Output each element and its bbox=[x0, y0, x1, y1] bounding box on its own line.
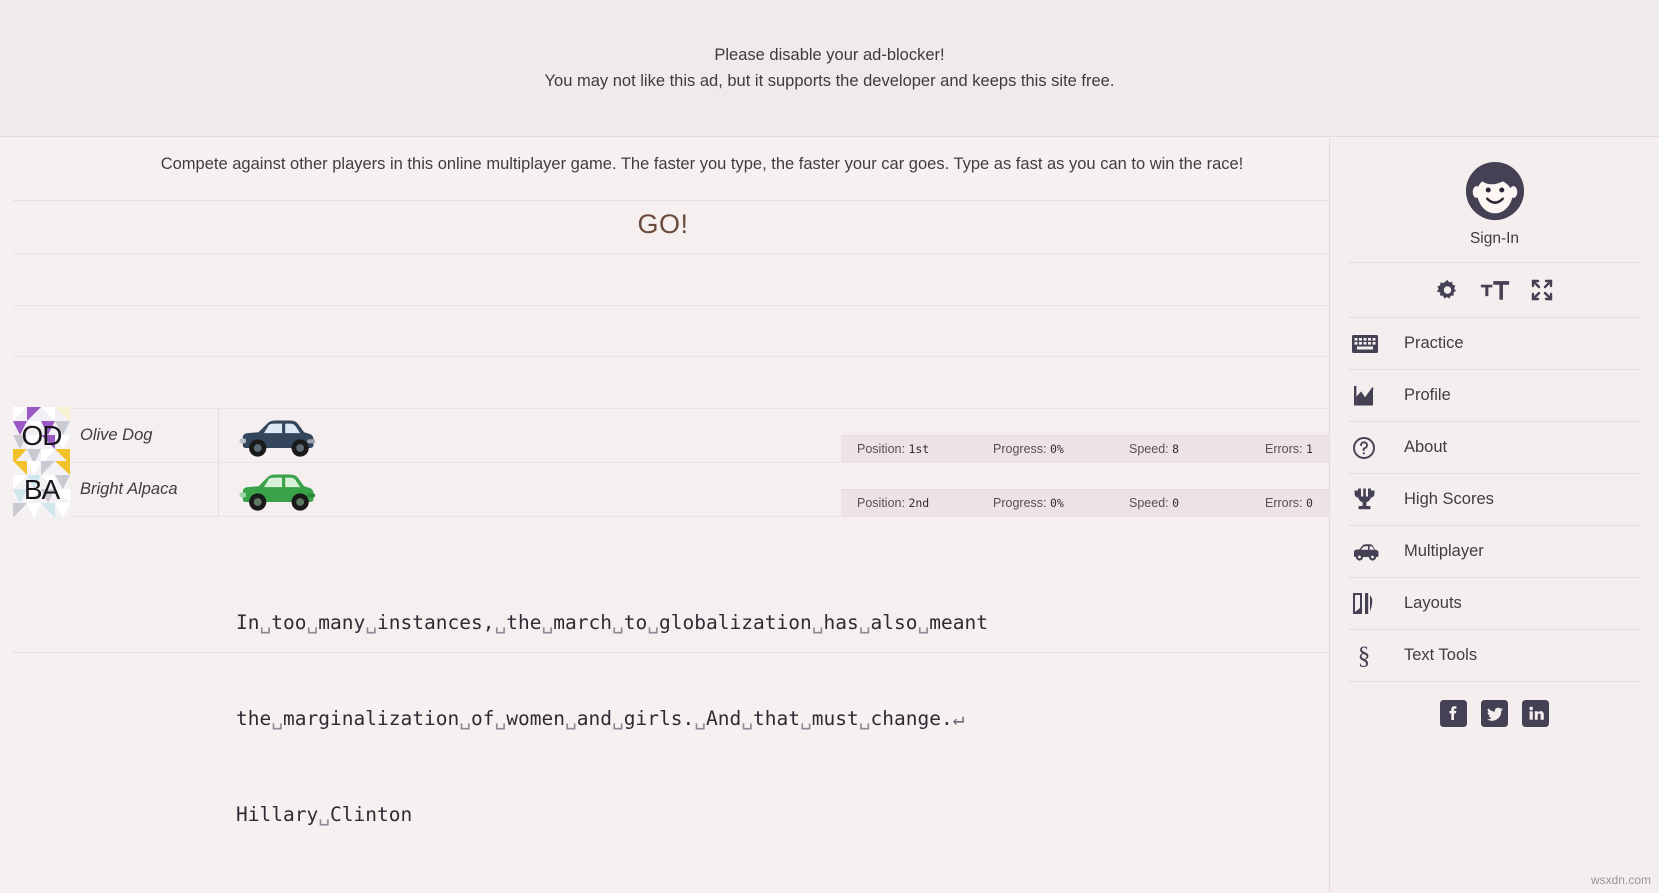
avatar: OD bbox=[13, 407, 70, 464]
sidebar-item-label: About bbox=[1404, 438, 1448, 456]
avatar-initials: OD bbox=[21, 419, 63, 451]
player-lane: BA Bright Alpaca Position: 2nd Progress:… bbox=[13, 461, 1385, 518]
trophy-icon bbox=[1352, 487, 1396, 512]
stat-position-label: Position: bbox=[857, 496, 905, 510]
ad-notice-line-1: Please disable your ad-blocker! bbox=[714, 46, 945, 64]
twitter-icon[interactable] bbox=[1481, 699, 1508, 727]
settings-toolbar bbox=[1348, 263, 1641, 318]
stat-speed-label: Speed: bbox=[1129, 442, 1169, 456]
track-row-empty-3 bbox=[13, 357, 1385, 409]
stat-progress-label: Progress: bbox=[993, 496, 1047, 510]
player-name: Olive Dog bbox=[80, 426, 153, 444]
sign-in-label: Sign-In bbox=[1469, 230, 1520, 247]
car-icon bbox=[239, 474, 316, 511]
watermark: wsxdn.com bbox=[1590, 873, 1651, 887]
lane-track: Position: 2nd Progress: 0% Speed: 0 Erro… bbox=[219, 463, 1385, 516]
ad-notice-line-2: You may not like this ad, but it support… bbox=[544, 72, 1115, 90]
font-size-icon[interactable] bbox=[1480, 278, 1510, 302]
stat-position-value: 1st bbox=[908, 442, 930, 456]
stat-speed-value: 8 bbox=[1172, 442, 1180, 456]
stat-errors-label: Errors: bbox=[1265, 442, 1303, 456]
stat-progress-value: 0% bbox=[1049, 496, 1064, 510]
sidebar-item-about[interactable]: About bbox=[1348, 422, 1641, 474]
stat-errors-value: 0 bbox=[1305, 496, 1313, 510]
stat-progress: Progress: 0% bbox=[977, 442, 1113, 456]
chart-icon bbox=[1352, 384, 1396, 408]
facebook-icon[interactable] bbox=[1440, 699, 1467, 727]
sidebar-item-label: Text Tools bbox=[1404, 646, 1478, 664]
main-content: Compete against other players in this on… bbox=[0, 138, 1404, 893]
stat-speed-label: Speed: bbox=[1129, 496, 1169, 510]
stat-position-label: Position: bbox=[857, 442, 905, 456]
player-name: Bright Alpaca bbox=[80, 480, 178, 498]
fullscreen-icon[interactable] bbox=[1530, 278, 1554, 302]
stat-position-value: 2nd bbox=[908, 496, 930, 510]
stat-speed: Speed: 8 bbox=[1113, 442, 1249, 456]
sidebar-item-label: Profile bbox=[1404, 386, 1451, 404]
track-row-empty-1 bbox=[13, 254, 1385, 306]
sidebar-item-layouts[interactable]: Layouts bbox=[1348, 578, 1641, 630]
avatar: BA bbox=[13, 461, 70, 518]
player-stats: Position: 2nd Progress: 0% Speed: 0 Erro… bbox=[841, 489, 1385, 516]
question-icon bbox=[1352, 436, 1396, 460]
player-stats: Position: 1st Progress: 0% Speed: 8 Erro… bbox=[841, 435, 1385, 462]
sidebar-item-label: Practice bbox=[1404, 334, 1464, 352]
stat-progress: Progress: 0% bbox=[977, 496, 1113, 510]
sidebar-item-multiplayer[interactable]: Multiplayer bbox=[1348, 526, 1641, 578]
sidebar-item-label: Multiplayer bbox=[1404, 542, 1484, 560]
stat-position: Position: 1st bbox=[841, 442, 977, 456]
layouts-icon bbox=[1352, 591, 1396, 616]
section-icon: § bbox=[1352, 643, 1396, 669]
sidebar-item-label: Layouts bbox=[1404, 594, 1462, 612]
linkedin-icon[interactable] bbox=[1522, 699, 1549, 727]
track-row-empty-2 bbox=[13, 306, 1385, 357]
car-icon bbox=[1352, 542, 1396, 562]
svg-text:§: § bbox=[1358, 643, 1371, 669]
lane-track: Position: 1st Progress: 0% Speed: 8 Erro… bbox=[219, 409, 1385, 462]
player-info: OD Olive Dog bbox=[13, 407, 219, 464]
page-root: Please disable your ad-blocker! You may … bbox=[0, 0, 1659, 893]
keyboard-icon bbox=[1352, 334, 1396, 354]
go-indicator: GO! bbox=[637, 209, 689, 239]
game-intro-text: Compete against other players in this on… bbox=[160, 155, 1244, 173]
track-row-go: GO! bbox=[13, 201, 1385, 254]
typing-line: Hillary␣Clinton bbox=[236, 803, 413, 826]
player-lane: OD Olive Dog Position: 1st Progress: 0% … bbox=[13, 407, 1385, 464]
stat-progress-value: 0% bbox=[1049, 442, 1064, 456]
typing-line: In␣too␣many␣instances,␣the␣march␣to␣glob… bbox=[236, 611, 988, 634]
stat-errors-value: 1 bbox=[1305, 442, 1313, 456]
sidebar-item-label: High Scores bbox=[1404, 490, 1494, 508]
stat-progress-label: Progress: bbox=[993, 442, 1047, 456]
sign-in-button[interactable]: Sign-In bbox=[1348, 138, 1641, 263]
stat-speed: Speed: 0 bbox=[1113, 496, 1249, 510]
car-icon bbox=[239, 420, 316, 457]
typing-text-area[interactable]: In␣too␣many␣instances,␣the␣march␣to␣glob… bbox=[236, 543, 1236, 893]
gear-icon[interactable] bbox=[1435, 278, 1460, 303]
stat-position: Position: 2nd bbox=[841, 496, 977, 510]
sidebar-item-practice[interactable]: Practice bbox=[1348, 318, 1641, 370]
social-links bbox=[1348, 682, 1641, 744]
player-info: BA Bright Alpaca bbox=[13, 461, 219, 518]
sidebar-item-text-tools[interactable]: § Text Tools bbox=[1348, 630, 1641, 682]
stat-speed-value: 0 bbox=[1172, 496, 1180, 510]
user-avatar-icon bbox=[1465, 161, 1524, 221]
sidebar: Sign-In Practice Profile About High Scor… bbox=[1329, 138, 1659, 893]
typing-line: the␣marginalization␣of␣women␣and␣girls.␣… bbox=[236, 707, 965, 730]
avatar-initials: BA bbox=[23, 473, 60, 505]
ad-blocker-notice: Please disable your ad-blocker! You may … bbox=[0, 0, 1659, 137]
sidebar-item-high-scores[interactable]: High Scores bbox=[1348, 474, 1641, 526]
sidebar-item-profile[interactable]: Profile bbox=[1348, 370, 1641, 422]
stat-errors-label: Errors: bbox=[1265, 496, 1303, 510]
